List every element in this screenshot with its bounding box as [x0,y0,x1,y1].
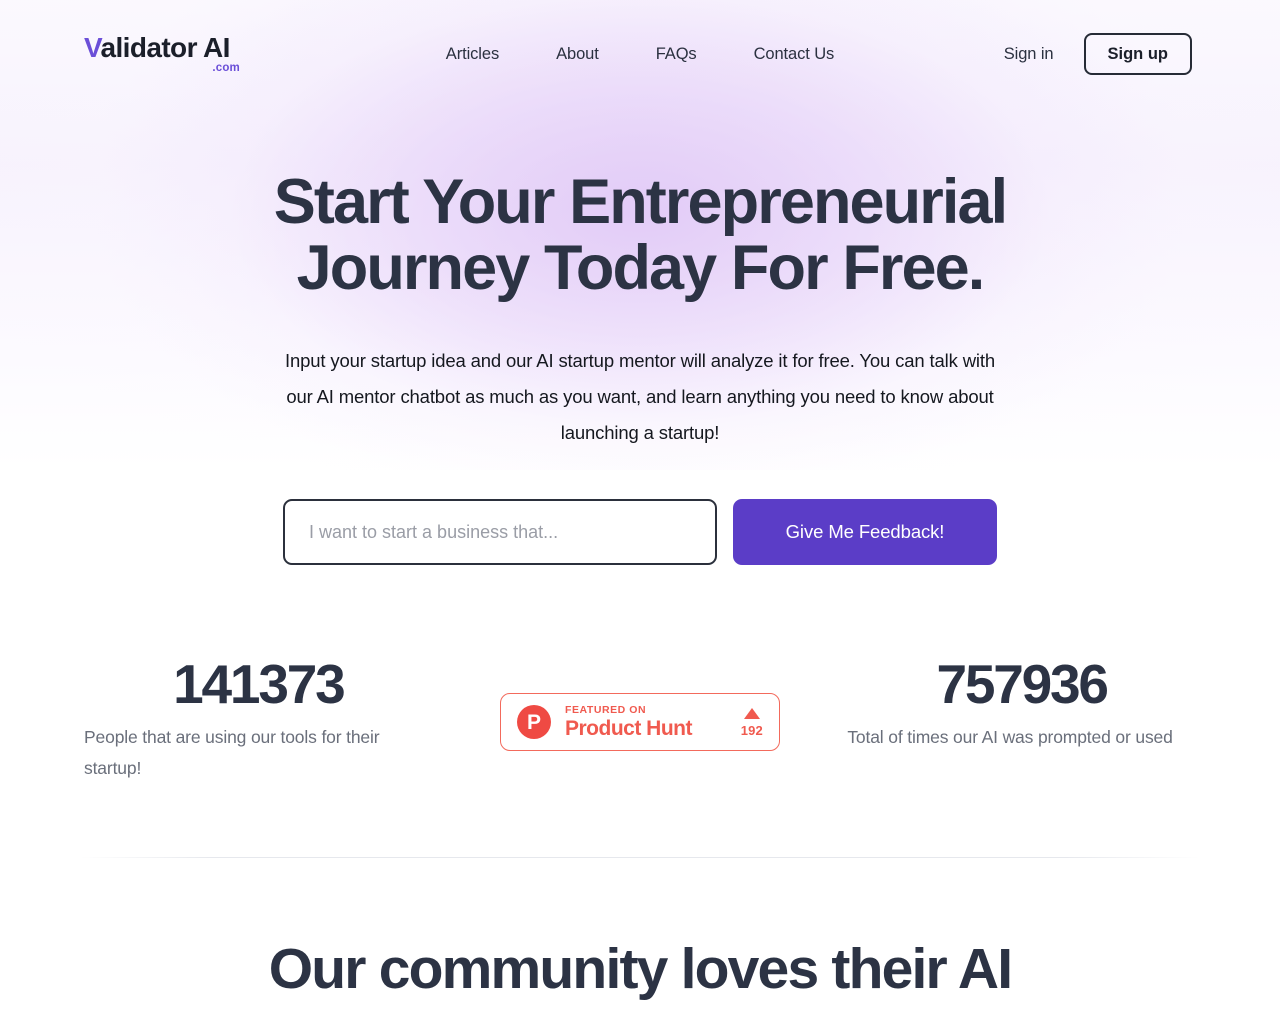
hero-cta-row: Give Me Feedback! [0,499,1280,566]
product-hunt-wrap: P FEATURED ON Product Hunt 192 [455,657,826,752]
page-root: Validator AI .com Articles About FAQs Co… [0,0,1280,999]
product-hunt-icon: P [516,705,551,740]
hero-title-line-1: Start Your Entrepreneurial [273,167,1008,237]
sign-up-button[interactable]: Sign up [1083,32,1192,76]
stats-strip: 141373 People that are using our tools f… [0,657,1280,784]
nav-link-articles[interactable]: Articles [446,45,499,64]
product-hunt-votes: 192 [740,707,763,738]
hero-section: Start Your Entrepreneurial Journey Today… [0,108,1280,566]
community-section: Our community loves their AI [0,936,1280,1001]
hero-title-line-2: Journey Today For Free. [296,232,986,303]
stat-users: 141373 People that are using our tools f… [84,657,455,784]
main-navigation: Articles About FAQs Contact Us [446,45,835,64]
product-hunt-badge[interactable]: P FEATURED ON Product Hunt 192 [499,693,780,752]
logo-tld: .com [212,61,240,74]
site-header: Validator AI .com Articles About FAQs Co… [0,0,1280,108]
nav-link-about[interactable]: About [556,45,599,64]
nav-link-faqs[interactable]: FAQs [656,45,697,64]
stat-users-value: 141373 [173,653,346,716]
section-divider [80,856,1200,858]
upvote-triangle-icon [743,707,760,719]
stat-users-label: People that are using our tools for thei… [84,727,380,779]
sign-in-link[interactable]: Sign in [996,39,1062,70]
product-hunt-vote-count: 192 [740,722,763,738]
product-hunt-text: FEATURED ON Product Hunt [565,705,692,740]
give-me-feedback-button[interactable]: Give Me Feedback! [733,499,997,566]
community-title: Our community loves their AI [268,936,1013,1001]
logo-v-mark: V [84,31,101,63]
hero-title: Start Your Entrepreneurial Journey Today… [190,167,1090,303]
hero-subtitle: Input your startup idea and our AI start… [284,350,995,444]
stat-prompts-label: Total of times our AI was prompted or us… [847,727,1173,748]
startup-idea-input[interactable] [283,499,717,566]
header-actions: Sign in Sign up [996,32,1192,76]
logo-wordmark: Validator AI [84,31,242,63]
logo-name-rest: alidator AI [100,31,231,63]
nav-link-contact-us[interactable]: Contact Us [754,45,835,64]
product-hunt-name: Product Hunt [564,717,692,741]
site-logo[interactable]: Validator AI .com [84,31,242,75]
stat-prompts: 757936 Total of times our AI was prompte… [825,657,1196,753]
stat-prompts-value: 757936 [936,653,1109,716]
product-hunt-kicker: FEATURED ON [564,703,647,716]
